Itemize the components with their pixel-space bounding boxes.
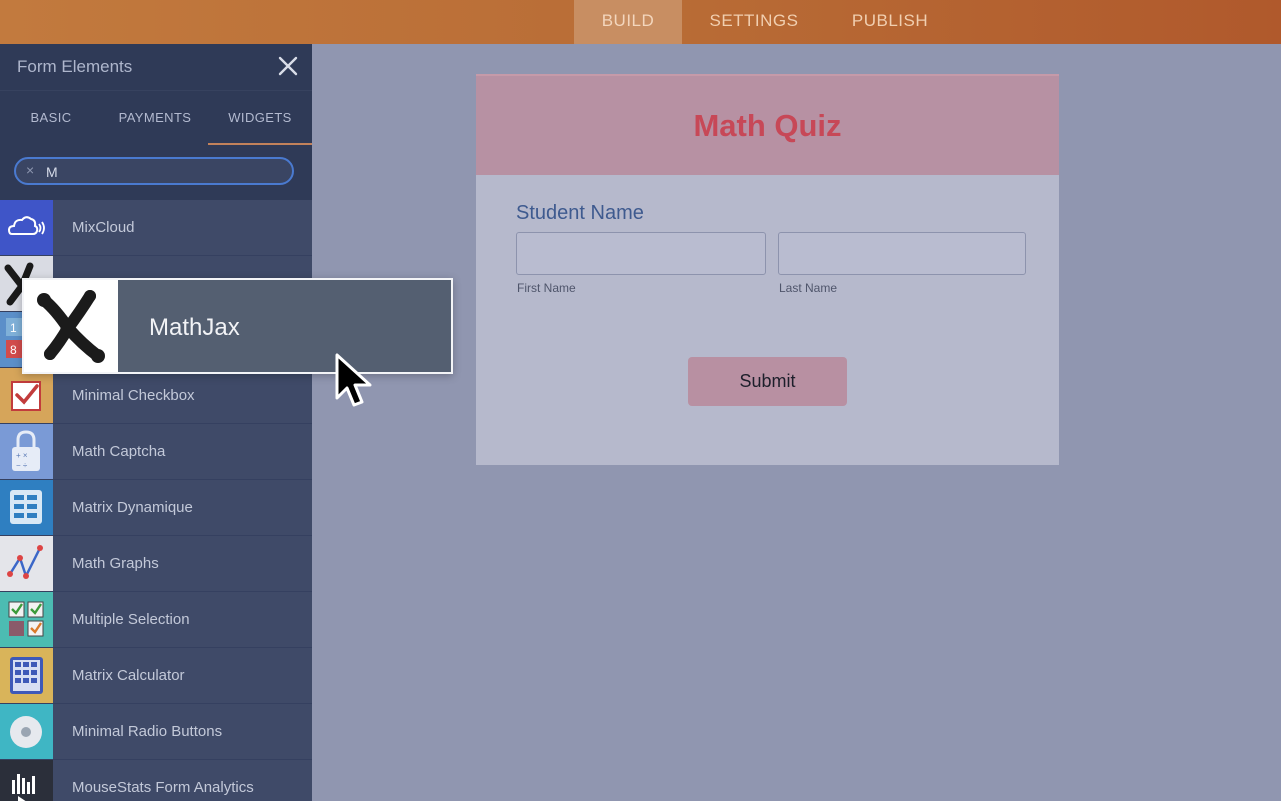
search-bar: × bbox=[0, 145, 312, 200]
form-title: Math Quiz bbox=[693, 108, 842, 143]
list-item[interactable]: Math Graphs bbox=[0, 536, 312, 592]
list-item-label: Matrix Calculator bbox=[72, 667, 185, 684]
form-elements-panel: Form Elements BASIC PAYMENTS WIDGETS × M… bbox=[0, 44, 312, 801]
tab-payments[interactable]: PAYMENTS bbox=[102, 91, 208, 146]
list-item-label: Minimal Checkbox bbox=[72, 387, 195, 404]
list-item-label: MouseStats Form Analytics bbox=[72, 779, 254, 796]
list-item[interactable]: + × − ÷ Math Captcha bbox=[0, 424, 312, 480]
matrix-icon bbox=[0, 480, 53, 535]
svg-text:1: 1 bbox=[10, 321, 17, 335]
close-icon[interactable] bbox=[277, 55, 299, 77]
list-item-label: Minimal Radio Buttons bbox=[72, 723, 223, 740]
tab-build[interactable]: BUILD bbox=[574, 0, 682, 44]
search-box: × bbox=[14, 157, 294, 185]
cloud-icon bbox=[0, 200, 53, 255]
list-item-label: Math Graphs bbox=[72, 555, 159, 572]
form-canvas: Math Quiz Student Name First Name Last N… bbox=[476, 74, 1059, 465]
svg-text:+ ×: + × bbox=[16, 451, 28, 460]
first-name-input[interactable] bbox=[516, 232, 766, 275]
list-item[interactable]: Minimal Radio Buttons bbox=[0, 704, 312, 760]
clear-search-icon[interactable]: × bbox=[26, 162, 34, 178]
svg-text:8: 8 bbox=[10, 343, 17, 357]
panel-header: Form Elements bbox=[0, 44, 312, 90]
list-item-label: Math Captcha bbox=[72, 443, 166, 460]
search-input[interactable] bbox=[44, 161, 278, 183]
last-name-sublabel: Last Name bbox=[779, 281, 838, 295]
tab-settings[interactable]: SETTINGS bbox=[690, 0, 818, 44]
dragged-widget[interactable]: MathJax bbox=[22, 278, 453, 374]
list-item[interactable]: Multiple Selection bbox=[0, 592, 312, 648]
list-item[interactable]: Matrix Dynamique bbox=[0, 480, 312, 536]
first-name-sublabel: First Name bbox=[517, 281, 576, 295]
list-item[interactable]: Minimal Checkbox bbox=[0, 368, 312, 424]
calculator-icon bbox=[0, 648, 53, 703]
list-item-label: Multiple Selection bbox=[72, 611, 190, 628]
analytics-icon bbox=[0, 760, 53, 801]
dragged-widget-label: MathJax bbox=[149, 314, 240, 341]
mouse-cursor-icon bbox=[335, 353, 372, 407]
list-item-label: Matrix Dynamique bbox=[72, 499, 193, 516]
field-label-student-name: Student Name bbox=[516, 202, 644, 224]
top-toolbar: BUILD SETTINGS PUBLISH bbox=[0, 0, 1281, 44]
graph-icon bbox=[0, 536, 53, 591]
svg-text:− ÷: − ÷ bbox=[16, 461, 28, 470]
list-item[interactable]: Matrix Calculator bbox=[0, 648, 312, 704]
multi-select-icon bbox=[0, 592, 53, 647]
list-item[interactable]: MixCloud bbox=[0, 200, 312, 256]
checkbox-icon bbox=[0, 368, 53, 423]
tab-basic[interactable]: BASIC bbox=[0, 91, 102, 146]
lock-icon: + × − ÷ bbox=[0, 424, 53, 479]
panel-title: Form Elements bbox=[17, 57, 133, 76]
radio-icon bbox=[0, 704, 53, 759]
list-item[interactable]: MouseStats Form Analytics bbox=[0, 760, 312, 801]
list-item-label: MixCloud bbox=[72, 219, 135, 236]
last-name-input[interactable] bbox=[778, 232, 1026, 275]
panel-tabs: BASIC PAYMENTS WIDGETS bbox=[0, 90, 312, 146]
form-header[interactable]: Math Quiz bbox=[476, 74, 1059, 175]
tab-publish[interactable]: PUBLISH bbox=[836, 0, 944, 44]
submit-button[interactable]: Submit bbox=[688, 357, 847, 406]
tab-widgets[interactable]: WIDGETS bbox=[208, 91, 312, 146]
mathjax-icon bbox=[24, 280, 118, 372]
